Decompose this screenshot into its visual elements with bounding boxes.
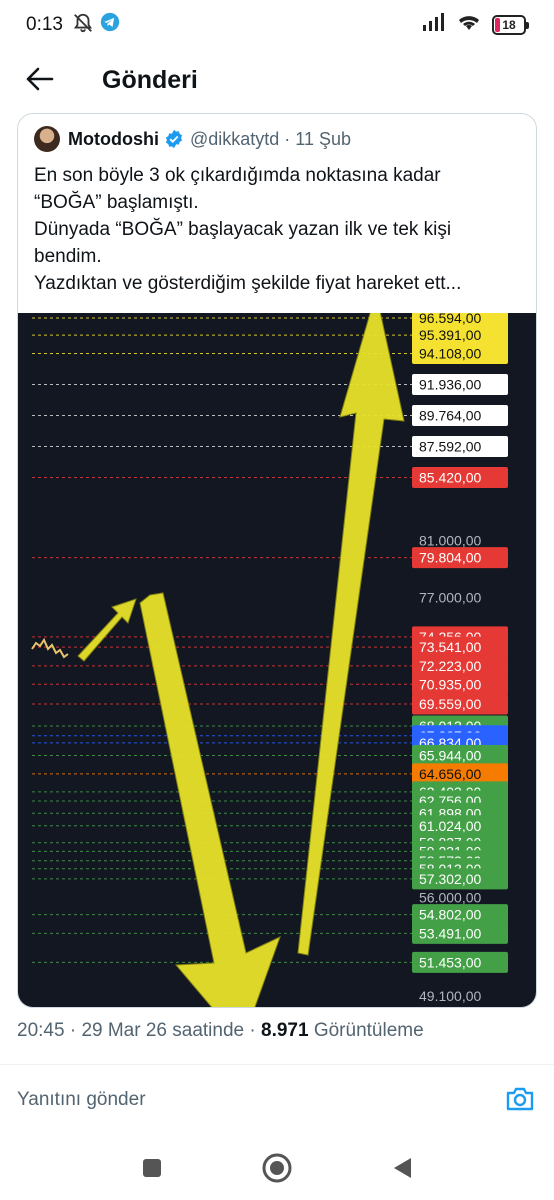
price-label: 91.936,00 [419,376,481,392]
price-label: 94.108,00 [419,345,481,361]
price-label: 56.000,00 [419,889,481,905]
author-handle[interactable]: @dikkatytd [190,129,279,150]
post-text-line: Yazdıktan ve gösterdiğim şekilde fiyat h… [34,273,462,294]
price-label: 73.541,00 [419,639,481,655]
price-label: 65.944,00 [419,748,481,764]
post-meta: 20:45 · 29 Mar 26 saatinde · 8.971 Görün… [17,1020,424,1041]
page-title: Gönderi [102,66,198,94]
price-label: 96.594,00 [419,313,481,326]
price-label: 53.491,00 [419,925,481,941]
up-right-arrow [77,598,137,662]
post-text-line: “BOĞA” başlamıştı. [34,192,199,213]
price-chart-image[interactable]: 96.594,00 95.391,00 94.108,00 91.936,00 89.7… [18,313,536,1007]
camera-icon [506,1087,534,1111]
post-date: 11 Şub [295,128,352,149]
telegram-icon [100,12,120,37]
post-full-date: 29 Mar 26 saatinde [81,1020,245,1041]
triangle-back-icon [394,1158,411,1178]
price-label: 85.420,00 [419,470,481,486]
post-text-line: bendim. [34,246,102,267]
price-chart-svg: 96.594,0095.391,00 94.108,00 91.936,00 89.7… [31,313,508,1007]
signal-icon [422,12,446,37]
price-label: 61.024,00 [419,818,481,834]
price-label: 57.302,00 [419,871,481,887]
price-label: 64.656,00 [419,766,481,782]
reply-input[interactable] [17,1087,477,1113]
wifi-icon [456,12,482,37]
price-label: 87.592,00 [419,439,481,455]
battery-level: 18 [502,17,516,32]
system-back-button[interactable] [384,1150,420,1186]
square-recents-icon [143,1159,161,1177]
camera-button[interactable] [503,1082,537,1116]
price-label: 79.804,00 [419,550,481,566]
price-label: 51.453,00 [419,954,481,970]
divider [0,1064,554,1065]
price-label: 70.935,00 [419,676,481,692]
down-arrow [139,592,281,1007]
status-right-icons: 18 [422,12,529,37]
price-label: 77.000,00 [419,590,481,606]
quoted-post-card[interactable]: Motodoshi @dikkatytd · 11 Şub En son böy… [17,113,537,1008]
post-time: 20:45 [17,1020,65,1041]
views-count: 8.971 [261,1020,309,1041]
post-text-line: En son böyle 3 ok çıkardığımda noktasına… [34,165,441,186]
price-label: 49.100,00 [419,988,481,1004]
quoted-post-text: En son böyle 3 ok çıkardığımda noktasına… [34,162,534,297]
mute-icon [72,12,94,39]
verified-badge-icon [164,129,184,149]
price-label: 72.223,00 [419,658,481,674]
up-arrow [297,313,405,956]
recents-button[interactable] [134,1150,170,1186]
status-time: 0:13 [26,14,63,35]
post-text-line: Dünyada “BOĞA” başlayacak yazan ilk ve t… [34,219,452,240]
home-button[interactable] [259,1150,295,1186]
author-name[interactable]: Motodoshi [68,129,159,150]
header: Gönderi [0,48,554,110]
back-button[interactable] [20,62,60,96]
status-bar: 0:13 18 [0,0,554,48]
system-nav-bar [0,1136,554,1200]
price-label: 54.802,00 [419,907,481,923]
avatar[interactable] [34,126,60,152]
price-label: 81.000,00 [419,533,481,549]
quoted-post-header: Motodoshi @dikkatytd · 11 Şub [34,126,351,152]
circle-home-icon [262,1153,292,1183]
price-label: 69.559,00 [419,696,481,712]
price-line [31,637,69,659]
battery-icon: 18 [492,14,529,35]
separator-dot: · [284,128,291,149]
price-label: 95.391,00 [419,327,481,343]
price-label: 89.764,00 [419,408,481,424]
arrow-left-icon [26,67,54,91]
views-label: Görüntüleme [313,1020,424,1041]
